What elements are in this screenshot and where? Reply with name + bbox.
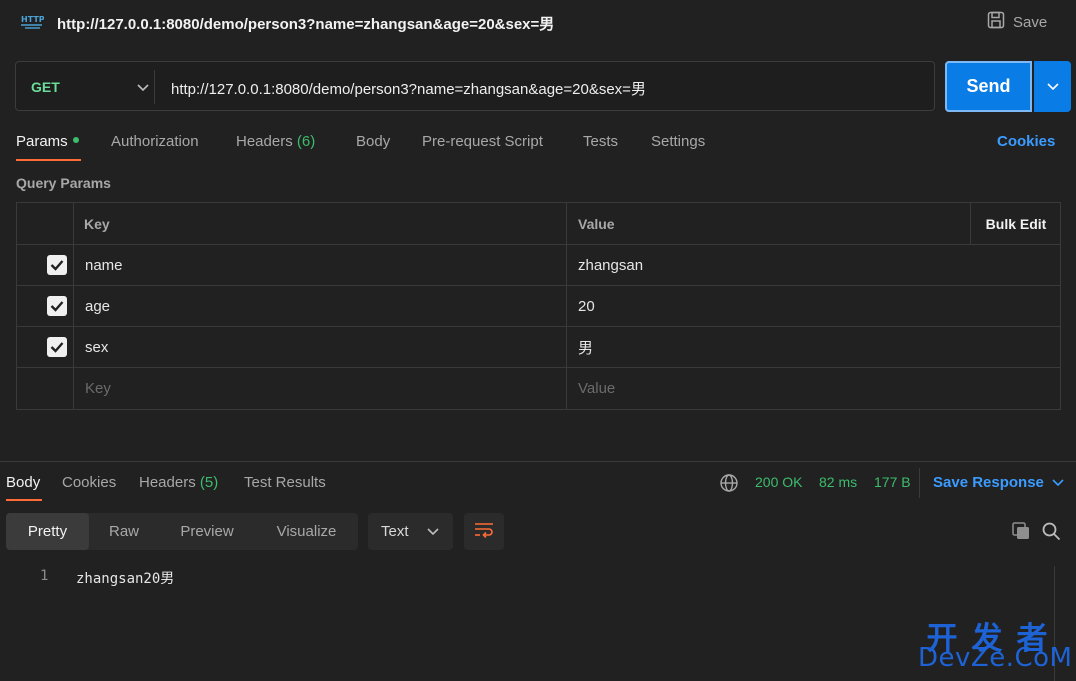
param-key[interactable]: age xyxy=(85,286,110,326)
tab-body[interactable]: Body xyxy=(356,133,390,150)
save-label: Save xyxy=(1013,13,1048,31)
tab-params[interactable]: Params xyxy=(16,133,79,150)
view-visualize[interactable]: Visualize xyxy=(255,513,358,550)
search-icon[interactable] xyxy=(1041,521,1061,541)
method-label: GET xyxy=(31,79,60,95)
response-tab-body[interactable]: Body xyxy=(6,474,40,491)
checkbox-icon[interactable] xyxy=(47,337,67,357)
wrap-lines-icon xyxy=(474,522,494,542)
globe-icon[interactable] xyxy=(719,473,739,493)
url-input[interactable]: http://127.0.0.1:8080/demo/person3?name=… xyxy=(171,78,646,99)
view-mode-switcher: Pretty Raw Preview Visualize xyxy=(6,513,358,550)
param-key[interactable]: sex xyxy=(85,327,108,367)
query-params-title: Query Params xyxy=(16,175,111,191)
watermark: 开发者 DevZe.CoM xyxy=(916,613,1072,677)
param-value[interactable]: 男 xyxy=(578,327,593,367)
chevron-down-icon xyxy=(1046,78,1059,95)
response-tab-test-results[interactable]: Test Results xyxy=(244,474,326,491)
bulk-edit-button[interactable]: Bulk Edit xyxy=(970,203,1061,244)
title-bar: HTTP http://127.0.0.1:8080/demo/person3?… xyxy=(0,0,1076,46)
svg-text:HTTP: HTTP xyxy=(21,15,44,24)
response-time[interactable]: 82 ms xyxy=(819,474,857,490)
table-header: Key Value Bulk Edit xyxy=(17,203,1060,245)
chevron-down-icon xyxy=(1052,474,1064,491)
key-header: Key xyxy=(84,215,110,232)
save-response-button[interactable]: Save Response xyxy=(933,474,1064,491)
tab-settings[interactable]: Settings xyxy=(651,133,705,150)
save-icon xyxy=(987,11,1005,33)
format-label: Text xyxy=(381,523,409,540)
active-dot xyxy=(72,137,79,144)
save-response-label: Save Response xyxy=(933,474,1044,491)
divider xyxy=(154,70,155,104)
divider xyxy=(919,468,920,498)
wrap-lines-button[interactable] xyxy=(464,513,504,550)
active-tab-indicator xyxy=(16,159,81,161)
param-value[interactable]: 20 xyxy=(578,286,595,326)
format-select[interactable]: Text xyxy=(368,513,453,550)
query-params-table: Key Value Bulk Edit name zhangsan age 20… xyxy=(16,202,1061,410)
table-row: sex 男 xyxy=(17,327,1060,368)
request-bar: GET http://127.0.0.1:8080/demo/person3?n… xyxy=(15,61,935,111)
param-key[interactable]: name xyxy=(85,245,123,285)
tab-authorization[interactable]: Authorization xyxy=(111,133,199,150)
view-preview[interactable]: Preview xyxy=(159,513,255,550)
line-number: 1 xyxy=(40,568,49,584)
tab-tests[interactable]: Tests xyxy=(583,133,618,150)
table-row: age 20 xyxy=(17,286,1060,327)
method-select[interactable]: GET xyxy=(31,62,149,112)
request-title: http://127.0.0.1:8080/demo/person3?name=… xyxy=(57,16,555,33)
watermark-bottom: DevZe.CoM xyxy=(918,643,1073,673)
copy-icon[interactable] xyxy=(1011,521,1031,541)
tab-label: Headers xyxy=(139,474,196,491)
param-value[interactable]: zhangsan xyxy=(578,245,643,285)
table-row: name zhangsan xyxy=(17,245,1060,286)
tab-label: Headers xyxy=(236,133,293,150)
tab-pre-request-script[interactable]: Pre-request Script xyxy=(422,133,543,150)
send-options-button[interactable] xyxy=(1034,61,1071,112)
http-icon: HTTP xyxy=(20,12,45,32)
pane-divider[interactable] xyxy=(0,461,1076,462)
tab-headers[interactable]: Headers (6) xyxy=(236,133,315,150)
tab-label: Params xyxy=(16,133,68,150)
save-button[interactable]: Save xyxy=(987,11,1047,33)
chevron-down-icon xyxy=(427,523,439,540)
view-raw[interactable]: Raw xyxy=(89,513,159,550)
cookies-link[interactable]: Cookies xyxy=(997,133,1055,150)
status-code[interactable]: 200 OK xyxy=(755,474,802,490)
table-row-empty: Key Value xyxy=(17,368,1060,409)
value-placeholder[interactable]: Value xyxy=(578,368,615,409)
header-count: (5) xyxy=(199,474,219,491)
value-header: Value xyxy=(578,215,615,232)
key-placeholder[interactable]: Key xyxy=(85,368,111,409)
checkbox-icon[interactable] xyxy=(47,255,67,275)
response-tab-cookies[interactable]: Cookies xyxy=(62,474,116,491)
send-button[interactable]: Send xyxy=(945,61,1032,112)
header-count: (6) xyxy=(296,133,316,150)
checkbox-icon[interactable] xyxy=(47,296,67,316)
chevron-down-icon xyxy=(137,79,149,95)
response-size[interactable]: 177 B xyxy=(874,474,911,490)
response-body-text[interactable]: zhangsan20男 xyxy=(76,568,174,588)
response-tab-headers[interactable]: Headers (5) xyxy=(139,474,218,491)
active-tab-indicator xyxy=(6,499,42,501)
view-pretty[interactable]: Pretty xyxy=(6,513,89,550)
